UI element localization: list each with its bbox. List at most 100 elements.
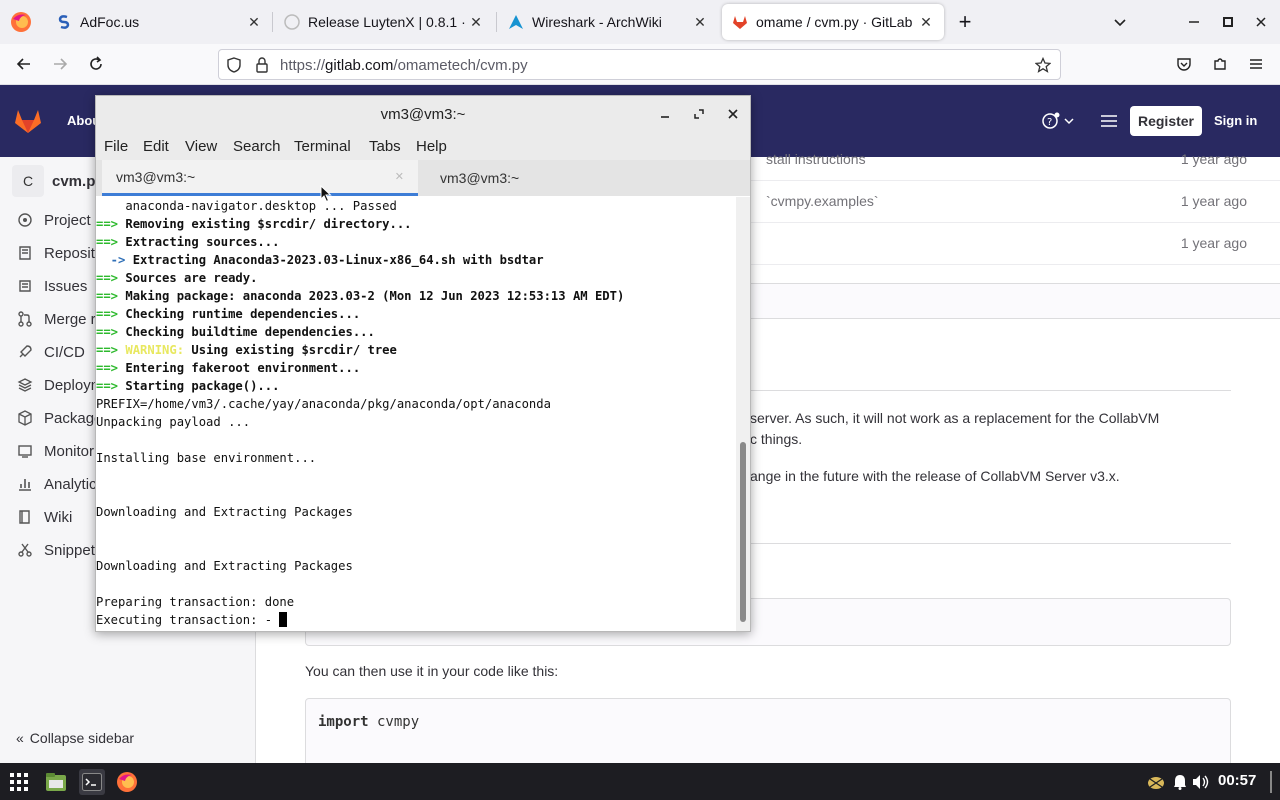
tab-close-icon[interactable]: ✕ [916,12,936,32]
url-text[interactable]: https://gitlab.com/omametech/cvm.py [280,57,528,74]
issues-icon [16,277,34,295]
sidebar-item-monitor[interactable]: Monitor [16,439,94,463]
shield-icon[interactable] [225,56,243,74]
terminal-tab[interactable]: vm3@vm3:~ [426,160,742,196]
menu-file[interactable]: File [104,138,128,155]
sidebar-item-packages[interactable]: Package [16,406,102,430]
url-host: gitlab.com [325,57,394,74]
sidebar-item-deployments[interactable]: Deploym [16,373,103,397]
terminal-output[interactable]: anaconda-navigator.desktop ... Passed ==>… [96,197,736,631]
readme-section-divider [750,543,1231,544]
tab-close-icon[interactable]: ✕ [244,12,264,32]
commit-message[interactable]: `cvmpy.examples` [766,193,879,209]
sidebar-item-analytics[interactable]: Analytic [16,472,97,496]
sidebar-item-project[interactable]: Project [16,208,91,232]
tab-close-icon[interactable]: ✕ [466,12,486,32]
terminal-scrollbar-thumb[interactable] [740,442,746,622]
tab-close-icon[interactable]: ✕ [690,12,710,32]
file-manager-icon[interactable] [43,769,69,795]
window-close-icon[interactable] [1251,12,1271,32]
help-chevron-icon[interactable]: ? [1040,111,1076,131]
menu-tabs[interactable]: Tabs [369,138,401,155]
step-arrow: ==> [96,271,119,285]
terminal-line-text: Using existing $srcdir/ tree [184,343,397,357]
terminal-line-text: Sources are ready. [125,271,258,285]
bookmark-star-icon[interactable] [1034,56,1052,74]
sidebar-item-wiki[interactable]: Wiki [16,505,72,529]
back-arrow-icon[interactable] [14,54,34,74]
hamburger-menu-icon[interactable] [1246,54,1266,74]
register-button[interactable]: Register [1130,106,1202,136]
menu-help[interactable]: Help [416,138,447,155]
tray-wren-icon[interactable] [1143,769,1169,795]
terminal-tab-label: vm3@vm3:~ [440,170,520,186]
menu-terminal[interactable]: Terminal [294,138,351,155]
tab-adfocus[interactable]: AdFoc.us ✕ [46,4,272,40]
repository-icon [16,244,34,262]
clock[interactable]: 00:57 [1218,772,1256,789]
terminal-line: ==> WARNING: Using existing $srcdir/ tre… [96,341,736,359]
tab-archwiki[interactable]: Wireshark - ArchWiki ✕ [498,4,718,40]
sidebar-item-snippets[interactable]: Snippet [16,538,95,562]
commit-message[interactable]: stall instructions [766,151,866,167]
readme-paragraph-line: c things. [750,431,803,447]
url-bar[interactable]: https://gitlab.com/omametech/cvm.py [218,49,1061,80]
pocket-icon[interactable] [1174,54,1194,74]
app-launcher-grid-icon[interactable] [6,769,32,795]
terminal-line: PREFIX=/home/vm3/.cache/yay/anaconda/pkg… [96,395,736,413]
commit-time: 1 year ago [1180,235,1247,251]
firefox-menu-icon[interactable] [10,11,32,33]
sidebar-item-cicd[interactable]: CI/CD [16,340,85,364]
terminal-menubar: File Edit View Search Terminal Tabs Help [96,132,750,160]
commit-time: 1 year ago [1180,193,1247,209]
window-maximize-icon[interactable] [1218,12,1238,32]
reload-icon[interactable] [86,54,106,74]
window-minimize-icon[interactable] [1184,12,1204,32]
lock-icon[interactable] [253,56,271,74]
collapse-sidebar-button[interactable]: « Collapse sidebar [16,730,134,746]
monitor-icon [16,442,34,460]
show-desktop-button[interactable] [1266,769,1276,795]
warning-label: WARNING: [125,343,185,357]
sign-in-link[interactable]: Sign in [1214,113,1257,128]
menu-view[interactable]: View [185,138,217,155]
menu-search[interactable]: Search [233,138,281,155]
terminal-line-text: Unpacking payload ... [96,415,251,429]
list-all-tabs-chevron-icon[interactable] [1110,12,1130,32]
gitlab-logo-icon[interactable] [14,108,42,139]
usage-text: You can then use it in your code like th… [305,663,559,679]
readme-paragraph-line: server. As such, it will not work as a r… [750,410,1160,426]
terminal-tab-bar: vm3@vm3:~ ✕ vm3@vm3:~ [96,160,750,196]
extensions-puzzle-icon[interactable] [1210,54,1230,74]
terminal-minimize-icon[interactable] [655,104,675,124]
double-chevron-left-icon: « [16,730,24,746]
terminal-titlebar[interactable]: vm3@vm3:~ [96,96,750,132]
firefox-app-icon[interactable] [114,769,140,795]
terminal-app-icon[interactable] [79,769,105,795]
gitlab-menu-hamburger-icon[interactable] [1099,111,1119,131]
terminal-line: -> Extracting Anaconda3-2023.03-Linux-x8… [96,251,736,269]
tab-gitlab-active[interactable]: omame / cvm.py · GitLab ✕ [722,4,944,40]
terminal-maximize-icon[interactable] [689,104,709,124]
gitlab-favicon [732,14,748,30]
sidebar-item-merge-requests[interactable]: Merge r [16,307,96,331]
sidebar-item-issues[interactable]: Issues [16,274,87,298]
terminal-tab-active[interactable]: vm3@vm3:~ ✕ [102,160,418,196]
code-line: import cvmpy [318,714,419,730]
terminal-line-text: Preparing transaction: done [96,595,295,609]
menu-edit[interactable]: Edit [143,138,169,155]
new-tab-plus-icon[interactable]: + [953,9,977,34]
terminal-line-text: Executing transaction: - [96,613,280,627]
terminal-scrollbar[interactable] [736,197,750,631]
tab-luytenx[interactable]: Release LuytenX | 0.8.1 · E ✕ [274,4,494,40]
volume-icon[interactable] [1188,769,1214,795]
sidebar-item-repository[interactable]: Reposito [16,241,103,265]
terminal-tab-close-icon[interactable]: ✕ [395,170,404,183]
terminal-line-text: Entering fakeroot environment... [125,361,361,375]
step-arrow: ==> [96,235,119,249]
terminal-close-icon[interactable] [723,104,743,124]
forward-arrow-icon[interactable] [50,54,70,74]
